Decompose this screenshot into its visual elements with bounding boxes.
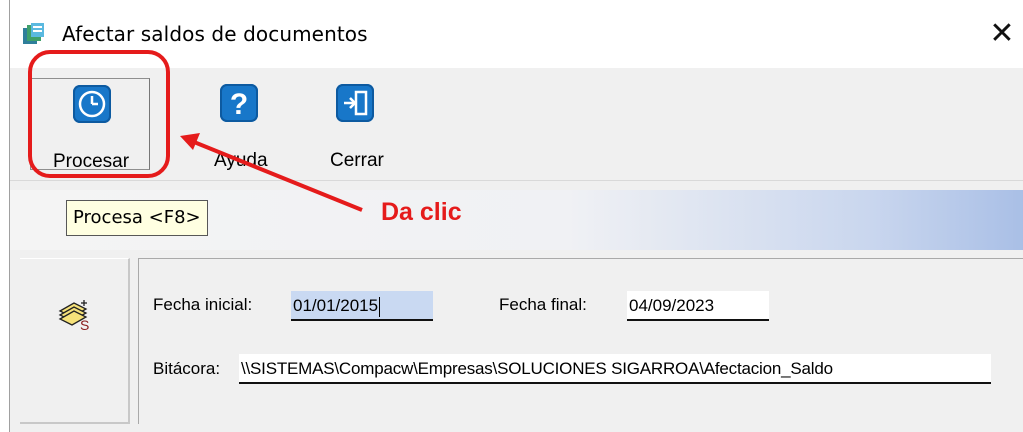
bitacora-label: Bitácora: — [153, 359, 221, 378]
svg-text:S: S — [80, 317, 89, 331]
icon-panel: S — [20, 258, 130, 424]
form-panel: Fecha inicial: 01/01/2015 Fecha final: 0… — [138, 258, 1023, 424]
svg-text:?: ? — [230, 88, 248, 121]
cerrar-label: Cerrar — [330, 150, 384, 171]
dialog-window: Afectar saldos de documentos ✕ Procesar … — [9, 0, 1023, 432]
question-icon: ? — [220, 84, 258, 122]
cerrar-button[interactable]: Cerrar — [326, 78, 406, 171]
exit-door-icon — [336, 84, 374, 122]
ayuda-button[interactable]: ? Ayuda — [206, 78, 286, 171]
documents-status-icon: S — [58, 300, 89, 331]
ayuda-label: Ayuda — [214, 150, 268, 171]
fecha-final-input[interactable]: 04/09/2023 — [627, 291, 769, 321]
fecha-inicial-label: Fecha inicial: — [153, 295, 253, 314]
fecha-inicial-input[interactable]: 01/01/2015 — [291, 291, 433, 321]
highlight-box — [28, 50, 170, 178]
annotation-text: Da clic — [381, 198, 462, 226]
window-title: Afectar saldos de documentos — [62, 22, 368, 46]
fecha-final-label: Fecha final: — [499, 295, 587, 314]
bitacora-input[interactable]: \\SISTEMAS\Compacw\Empresas\SOLUCIONES S… — [239, 354, 991, 384]
close-button[interactable]: ✕ — [982, 14, 1022, 54]
document-stack-icon — [23, 23, 44, 44]
tooltip: Procesa <F8> — [66, 200, 208, 236]
